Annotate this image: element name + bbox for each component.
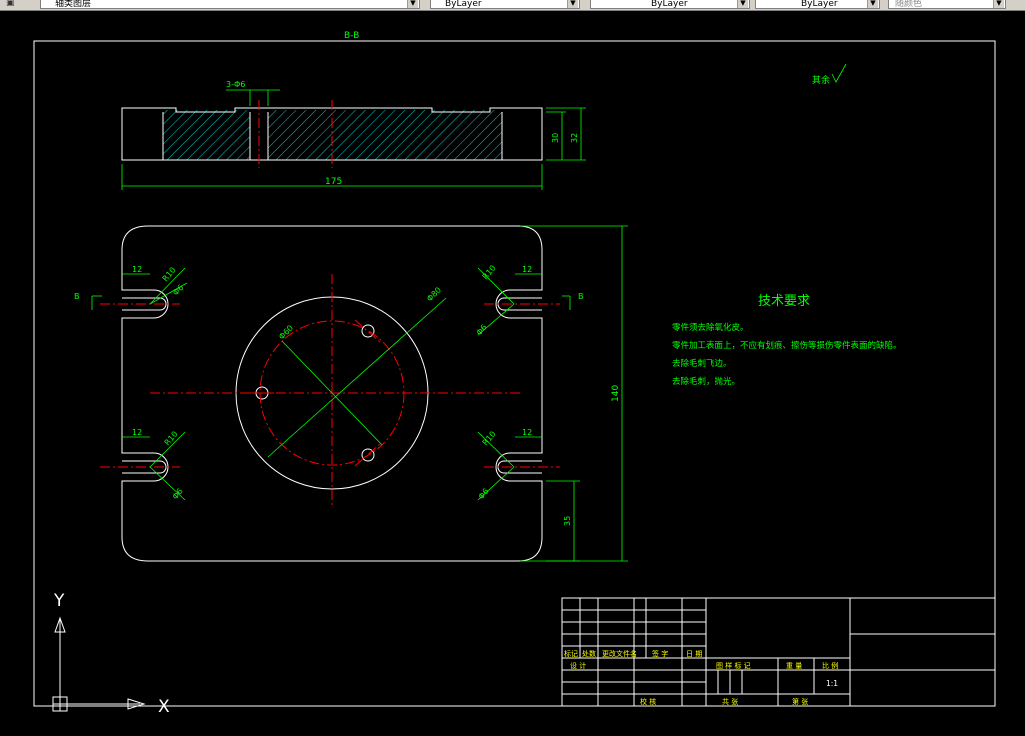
chevron-down-icon[interactable]: ▼ bbox=[867, 0, 878, 8]
dim-height-140: 140 bbox=[611, 385, 621, 402]
lineweight-dropdown[interactable]: ByLayer ▼ bbox=[755, 0, 880, 9]
tb-stage-mark: 图 样 标 记 bbox=[716, 661, 751, 670]
tb-signature: 签 字 bbox=[652, 649, 668, 658]
dim-r10-tr: R10 bbox=[481, 263, 498, 281]
tech-req-line-3: 去除毛刺飞边。 bbox=[672, 358, 732, 369]
layer-dropdown-value: 轴类图层 bbox=[55, 0, 92, 9]
ucs-x-label: X bbox=[158, 697, 170, 717]
layer-dropdown[interactable]: 轴类图层 ▼ bbox=[40, 0, 420, 9]
linetype-dropdown-value: ByLayer bbox=[651, 0, 688, 9]
dim-d60: Φ60 bbox=[277, 323, 295, 341]
dim-r10-br: R10 bbox=[481, 429, 498, 447]
dim-width-175: 175 bbox=[325, 177, 342, 187]
layer-manager-icon[interactable]: ▣ bbox=[6, 0, 15, 8]
surface-finish-note: 其余 bbox=[812, 74, 830, 86]
dim-r10-bl: R10 bbox=[163, 429, 180, 447]
tb-review: 校 核 bbox=[640, 697, 656, 706]
section-view bbox=[121, 107, 543, 161]
dim-r10-tl: R10 bbox=[161, 265, 178, 283]
ucs-icon bbox=[52, 616, 146, 712]
dim-12-tl: 12 bbox=[132, 265, 142, 274]
dim-12-tr: 12 bbox=[522, 265, 532, 274]
tb-count: 处数 bbox=[582, 649, 596, 658]
dim-12-br: 12 bbox=[522, 428, 532, 437]
hole-callout: 3-Φ6 bbox=[226, 80, 245, 89]
linetype-dropdown[interactable]: ByLayer ▼ bbox=[590, 0, 750, 9]
plotstyle-dropdown[interactable]: 随颜色 ▼ bbox=[888, 0, 1006, 9]
chevron-down-icon[interactable]: ▼ bbox=[737, 0, 748, 8]
tech-req-line-4: 去除毛刺，抛光。 bbox=[672, 376, 740, 387]
color-dropdown[interactable]: ByLayer ▼ bbox=[430, 0, 580, 9]
chevron-down-icon[interactable]: ▼ bbox=[993, 0, 1004, 8]
section-view-label: B-B bbox=[344, 31, 359, 41]
tech-req-title: 技术要求 bbox=[758, 294, 810, 309]
tb-total-sheets: 共 张 bbox=[722, 697, 738, 706]
tb-change-doc: 更改文件名 bbox=[602, 649, 637, 658]
dim-depth-30: 30 bbox=[551, 133, 560, 143]
tb-scale-value: 1:1 bbox=[826, 679, 838, 688]
dim-d6-tr: Φ6 bbox=[475, 323, 489, 338]
chevron-down-icon[interactable]: ▼ bbox=[407, 0, 418, 8]
color-dropdown-value: ByLayer bbox=[445, 0, 482, 9]
section-mark-left: B bbox=[74, 292, 80, 301]
plan-centerlines bbox=[100, 274, 560, 505]
tb-sheet-no: 第 张 bbox=[792, 697, 808, 706]
tech-req-line-1: 零件须去除氧化皮。 bbox=[672, 322, 749, 333]
tb-weight: 重 量 bbox=[786, 662, 802, 670]
tb-scale-label: 比 例 bbox=[822, 661, 838, 670]
tb-date: 日 期 bbox=[686, 650, 702, 658]
ucs-y-label: Y bbox=[53, 591, 65, 611]
section-mark-right: B bbox=[578, 292, 584, 301]
drawing-canvas[interactable]: B-B 175 30 32 3-Φ6 Φ80 Φ60 12 12 12 12 R… bbox=[0, 10, 1025, 736]
dim-d80: Φ80 bbox=[425, 285, 443, 303]
lineweight-dropdown-value: ByLayer bbox=[801, 0, 838, 9]
chevron-down-icon[interactable]: ▼ bbox=[567, 0, 578, 8]
roughness-symbol-icon bbox=[831, 63, 847, 83]
dim-offset-35: 35 bbox=[563, 516, 572, 526]
tb-mark: 标记 bbox=[564, 649, 578, 658]
plotstyle-dropdown-value: 随颜色 bbox=[895, 0, 923, 9]
tb-designer: 设 计 bbox=[570, 661, 586, 670]
dim-depth-32: 32 bbox=[570, 133, 579, 143]
dim-12-bl: 12 bbox=[132, 428, 142, 437]
tech-req-line-2: 零件加工表面上，不应有划痕、擦伤等损伤零件表面的缺陷。 bbox=[672, 340, 902, 351]
